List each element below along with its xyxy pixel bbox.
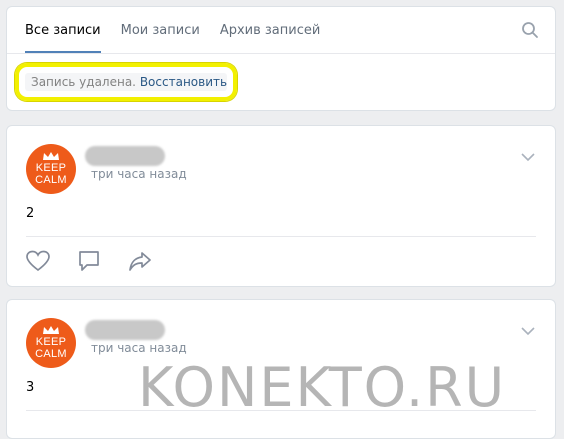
chevron-down-icon[interactable] bbox=[521, 153, 535, 162]
crown-icon bbox=[43, 326, 59, 334]
avatar-text: KEEP CALM bbox=[35, 162, 67, 186]
search-icon[interactable] bbox=[521, 21, 539, 39]
deleted-notice-highlight: Запись удалена. Восстановить bbox=[15, 63, 237, 101]
crown-icon bbox=[43, 152, 59, 160]
tab-my-posts[interactable]: Мои записи bbox=[121, 7, 200, 53]
avatar[interactable]: KEEP CALM bbox=[26, 144, 76, 194]
post-time[interactable]: три часа назад bbox=[91, 341, 187, 355]
like-icon[interactable] bbox=[26, 250, 50, 272]
deleted-notice-text: Запись удалена. bbox=[31, 75, 136, 89]
avatar-text: KEEP CALM bbox=[35, 336, 67, 360]
post-actions bbox=[26, 250, 179, 272]
post-text: 3 bbox=[26, 380, 35, 395]
comment-icon[interactable] bbox=[77, 250, 101, 272]
post-text: 2 bbox=[26, 206, 35, 221]
deleted-notice: Запись удалена. Восстановить bbox=[25, 73, 227, 91]
tabs-divider bbox=[7, 53, 555, 54]
chevron-down-icon[interactable] bbox=[521, 327, 535, 336]
post-card: KEEP CALM три часа назад 2 bbox=[6, 125, 556, 287]
avatar[interactable]: KEEP CALM bbox=[26, 318, 76, 368]
author-name-blurred[interactable] bbox=[85, 320, 165, 340]
tab-all-posts[interactable]: Все записи bbox=[25, 7, 101, 53]
post-time[interactable]: три часа назад bbox=[91, 167, 187, 181]
wall-tabs: Все записи Мои записи Архив записей bbox=[25, 7, 340, 53]
watermark: KONEKTO.RU bbox=[138, 356, 507, 419]
author-name-blurred[interactable] bbox=[85, 146, 165, 166]
tab-archive[interactable]: Архив записей bbox=[220, 7, 321, 53]
wall-tabs-card: Все записи Мои записи Архив записей Запи… bbox=[6, 6, 556, 111]
post-divider bbox=[26, 236, 536, 237]
restore-link[interactable]: Восстановить bbox=[140, 75, 227, 89]
share-icon[interactable] bbox=[128, 250, 152, 272]
